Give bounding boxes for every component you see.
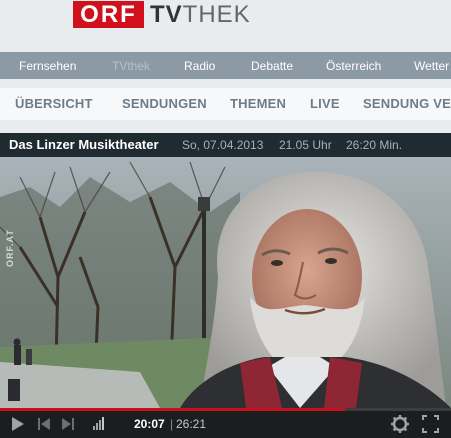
orf-watermark: ORF.AT — [5, 229, 15, 267]
subnav-item-sendung-verpasst[interactable]: SENDUNG VE — [363, 96, 451, 111]
tvthek-logo-thek: THEK — [182, 1, 251, 28]
video-date: So, 07.04.2013 — [182, 138, 264, 152]
video-title-bar: Das Linzer Musiktheater So, 07.04.2013 2… — [0, 133, 451, 157]
header: ORF TVTHEK — [0, 0, 451, 52]
next-icon[interactable] — [62, 418, 74, 430]
total-time: 26:21 — [176, 417, 207, 431]
player-controls — [0, 408, 451, 438]
nav-item-fernsehen[interactable]: Fernsehen — [19, 59, 76, 73]
nav-item-tvthek[interactable]: TVthek — [112, 59, 150, 73]
fullscreen-icon[interactable] — [422, 415, 439, 433]
main-nav: Fernsehen TVthek Radio Debatte Österreic… — [0, 52, 451, 79]
video-title: Das Linzer Musiktheater — [9, 137, 159, 152]
progress-fill — [0, 408, 345, 411]
video-duration: 26:20 Min. — [346, 138, 403, 152]
video-frame — [0, 157, 451, 408]
subnav-item-live[interactable]: LIVE — [310, 96, 340, 111]
nav-item-wetter[interactable]: Wetter — [414, 59, 449, 73]
video-time: 21.05 Uhr — [279, 138, 332, 152]
nav-item-oesterreich[interactable]: Österreich — [326, 59, 381, 73]
settings-gear-icon[interactable] — [391, 415, 409, 433]
previous-icon[interactable] — [38, 418, 50, 430]
nav-item-radio[interactable]: Radio — [184, 59, 215, 73]
time-separator: | — [170, 417, 174, 431]
subnav-item-themen[interactable]: THEMEN — [230, 96, 286, 111]
sub-nav: ÜBERSICHT SENDUNGEN THEMEN LIVE SENDUNG … — [0, 88, 451, 120]
progress-bar[interactable] — [0, 408, 451, 411]
subnav-item-uebersicht[interactable]: ÜBERSICHT — [15, 96, 93, 111]
controls-icons — [12, 415, 439, 433]
tvthek-logo[interactable]: TVTHEK — [150, 1, 251, 28]
video-player-screen[interactable]: ORF.AT — [0, 157, 451, 408]
tvthek-logo-tv: TV — [150, 1, 183, 28]
volume-icon[interactable] — [93, 417, 104, 430]
play-icon[interactable] — [12, 417, 24, 431]
subnav-item-sendungen[interactable]: SENDUNGEN — [122, 96, 207, 111]
orf-logo[interactable]: ORF — [73, 1, 144, 28]
current-time: 20:07 — [134, 417, 165, 431]
nav-item-debatte[interactable]: Debatte — [251, 59, 293, 73]
